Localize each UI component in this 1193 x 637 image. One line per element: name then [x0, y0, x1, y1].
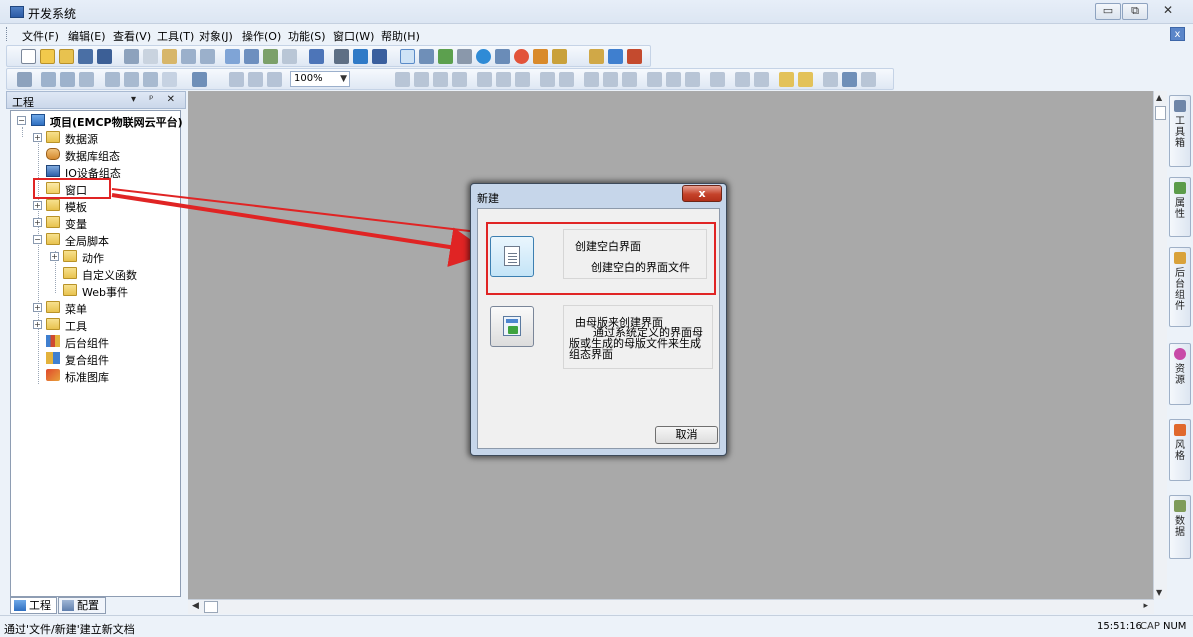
create-from-template-button[interactable]	[490, 306, 534, 347]
template-option-desc: 通过系统定义的界面母版或生成的母版文件来生成组态界面	[569, 326, 703, 361]
status-bar: 通过'文件/新建'建立新文档 15:51:16 CAP NUM	[0, 615, 1193, 637]
dialog-close-button[interactable]: x	[682, 185, 722, 202]
template-option-panel: 由母版来创建界面 通过系统定义的界面母版或生成的母版文件来生成组态界面	[563, 305, 713, 369]
cancel-button[interactable]: 取消	[655, 426, 718, 444]
status-caps: CAP	[1140, 621, 1160, 632]
status-num: NUM	[1163, 621, 1187, 632]
template-icon	[503, 316, 521, 336]
blank-option-highlight	[486, 222, 716, 295]
status-time: 15:51:16	[1097, 621, 1142, 632]
dialog-title: 新建	[477, 192, 499, 205]
status-message: 通过'文件/新建'建立新文档	[4, 623, 135, 636]
